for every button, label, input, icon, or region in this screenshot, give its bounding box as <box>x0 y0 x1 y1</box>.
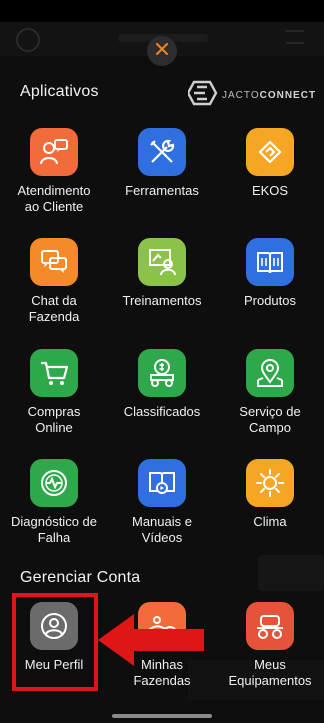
account-meus-equipamentos[interactable]: Meus Equipamentos <box>216 602 324 689</box>
highlight-box <box>12 593 98 691</box>
app-atendimento-ao-cliente[interactable]: Atendimento ao Cliente <box>0 128 108 215</box>
background-menu-icon <box>286 30 304 44</box>
app-classificados[interactable]: Classificados <box>108 349 216 420</box>
app-ferramentas[interactable]: Ferramentas <box>108 128 216 199</box>
app-ekos[interactable]: EKOS <box>216 128 324 199</box>
brand-name: JACTOCONNECT <box>222 90 316 101</box>
manual-video-icon <box>138 459 186 507</box>
status-bar <box>0 0 324 22</box>
money-tractor-icon <box>138 349 186 397</box>
app-label: Serviço de Campo <box>239 404 301 435</box>
shopping-cart-icon <box>30 349 78 397</box>
training-board-icon <box>138 238 186 286</box>
diagnostic-pulse-icon <box>30 459 78 507</box>
app-clima[interactable]: Clima <box>216 459 324 530</box>
app-label: Manuais e Vídeos <box>132 514 192 545</box>
brand-name-bold: CONNECT <box>259 90 317 101</box>
pointer-arrow-icon <box>96 612 206 668</box>
chat-person-icon <box>30 128 78 176</box>
app-label: Treinamentos <box>122 293 202 308</box>
app-chat-da-fazenda[interactable]: Chat da Fazenda <box>0 238 108 325</box>
app-label: Atendimento ao Cliente <box>17 183 91 214</box>
app-label: Chat da Fazenda <box>28 293 80 324</box>
background-card <box>258 555 324 591</box>
app-label: Classificados <box>123 404 201 419</box>
app-label: Clima <box>253 514 287 529</box>
account-section-title: Gerenciar Conta <box>20 569 141 586</box>
app-label: Compras Online <box>27 404 81 435</box>
close-button[interactable] <box>147 36 177 66</box>
app-manuais-e-videos[interactable]: Manuais e Vídeos <box>108 459 216 546</box>
tools-icon <box>138 128 186 176</box>
app-servico-de-campo[interactable]: Serviço de Campo <box>216 349 324 436</box>
app-compras-online[interactable]: Compras Online <box>0 349 108 436</box>
app-produtos[interactable]: Produtos <box>216 238 324 309</box>
jactoconnect-logo: JACTOCONNECT <box>186 80 316 111</box>
app-treinamentos[interactable]: Treinamentos <box>108 238 216 309</box>
ekos-logo-icon <box>246 128 294 176</box>
app-label: EKOS <box>251 183 289 198</box>
background-avatar <box>16 28 40 52</box>
catalog-book-icon <box>246 238 294 286</box>
app-label: Produtos <box>243 293 297 308</box>
app-label: Ferramentas <box>125 183 199 198</box>
brand-name-light: JACTO <box>222 90 260 101</box>
app-diagnostico-de-falha[interactable]: Diagnóstico de Falha <box>0 459 108 546</box>
home-indicator <box>112 714 212 718</box>
sprayer-equipment-icon <box>246 602 294 650</box>
app-label: Meus Equipamentos <box>228 657 312 688</box>
app-label: Diagnóstico de Falha <box>11 514 97 545</box>
chat-bubbles-icon <box>30 238 78 286</box>
apps-section-title: Aplicativos <box>20 83 99 100</box>
sun-icon <box>246 459 294 507</box>
jactoconnect-logo-icon <box>186 80 218 111</box>
close-icon <box>156 42 168 60</box>
map-pin-icon <box>246 349 294 397</box>
